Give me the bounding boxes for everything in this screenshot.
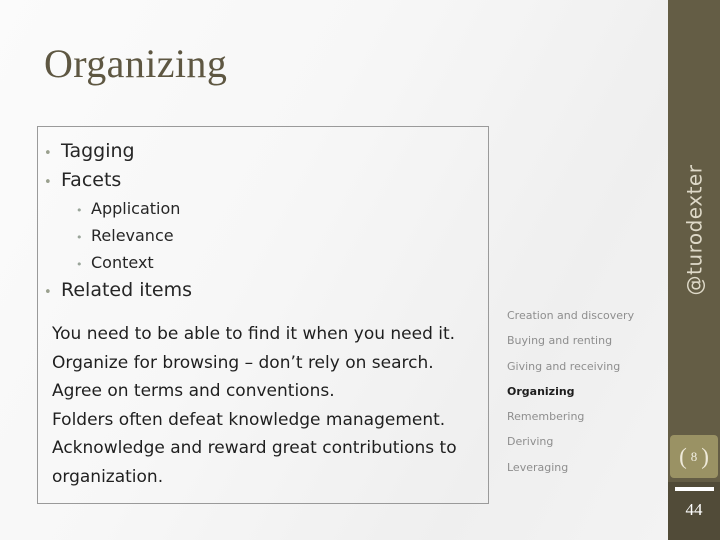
nav-item-buying-and-renting[interactable]: Buying and renting	[507, 328, 657, 353]
page-badge: ( 8 )	[670, 435, 718, 478]
list-item-label: Relevance	[91, 226, 174, 245]
nav-item-remembering[interactable]: Remembering	[507, 404, 657, 429]
list-item: • Relevance	[44, 223, 474, 250]
body-line: Agree on terms and conventions.	[52, 381, 335, 401]
nav-item-giving-and-receiving[interactable]: Giving and receiving	[507, 354, 657, 379]
divider	[675, 487, 714, 491]
list-item-label: Facets	[61, 169, 122, 191]
body-line: Acknowledge and reward great contributio…	[52, 438, 457, 487]
slide-number: 44	[685, 500, 703, 519]
section-nav-list: Creation and discovery Buying and rentin…	[507, 303, 657, 480]
nav-item-deriving[interactable]: Deriving	[507, 429, 657, 454]
list-item: • Context	[44, 250, 474, 277]
list-item: • Facets	[44, 167, 474, 196]
page-title: Organizing	[44, 41, 228, 86]
left-bracket-icon: (	[679, 444, 687, 469]
bullet-dot-icon: •	[44, 175, 52, 190]
body-line: Organize for browsing – don’t rely on se…	[52, 352, 434, 373]
bullet-dot-icon: •	[44, 146, 52, 161]
body-text-block: You need to be able to find it when you …	[52, 320, 472, 491]
author-handle: @turodexter	[668, 0, 720, 460]
nav-item-organizing[interactable]: Organizing	[507, 379, 657, 404]
badge-number: 8	[690, 449, 698, 464]
bullet-list: • Tagging • Facets • Application • Relev…	[44, 138, 474, 306]
sidebar: @turodexter ( 8 ) 44	[668, 0, 720, 540]
list-item: • Tagging	[44, 138, 474, 167]
body-line: Folders often defeat knowledge managemen…	[52, 409, 446, 430]
list-item-label: Application	[91, 199, 181, 218]
list-item: • Application	[44, 196, 474, 223]
bullet-dot-icon: •	[76, 231, 83, 244]
nav-item-creation-and-discovery[interactable]: Creation and discovery	[507, 303, 657, 328]
body-line: You need to be able to find it when you …	[52, 324, 456, 344]
list-item-label: Context	[91, 253, 154, 272]
bullet-dot-icon: •	[76, 204, 83, 217]
bullet-dot-icon: •	[44, 285, 52, 300]
nav-item-leveraging[interactable]: Leveraging	[507, 455, 657, 480]
slide-canvas: Organizing • Tagging • Facets • Applicat…	[0, 0, 720, 540]
list-item: • Related items	[44, 277, 474, 306]
list-item-label: Related items	[61, 279, 193, 301]
bullet-dot-icon: •	[76, 258, 83, 271]
author-handle-label: @turodexter	[682, 164, 707, 296]
list-item-label: Tagging	[61, 140, 135, 162]
right-bracket-icon: )	[701, 444, 709, 469]
